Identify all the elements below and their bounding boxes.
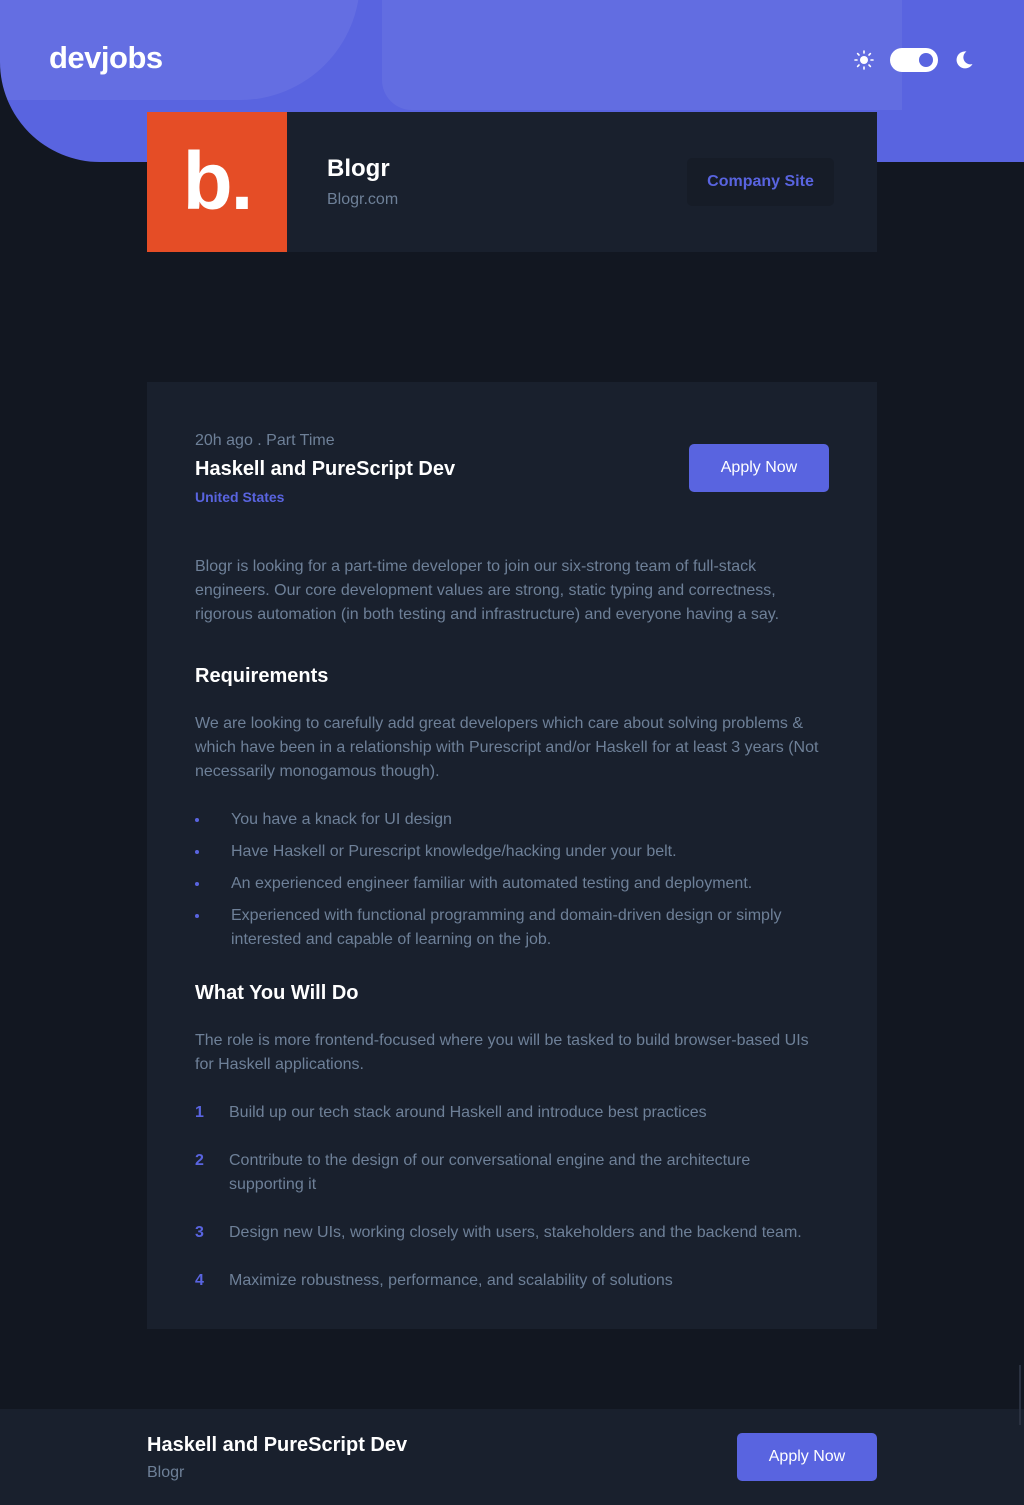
bullet-icon [195, 818, 199, 822]
list-item: Experienced with functional programming … [195, 904, 825, 952]
list-item-text: Have Haskell or Purescript knowledge/hac… [231, 843, 677, 860]
list-item: Have Haskell or Purescript knowledge/hac… [195, 840, 825, 864]
list-number: 3 [195, 1224, 204, 1241]
role-text: The role is more frontend-focused where … [195, 1032, 809, 1073]
theme-switch[interactable] [890, 48, 938, 72]
theme-toggle[interactable] [853, 48, 975, 72]
list-item-text: An experienced engineer familiar with au… [231, 875, 753, 892]
list-item: 3 Design new UIs, working closely with us… [195, 1221, 825, 1245]
footer-job-title: Haskell and PureScript Dev [147, 1434, 408, 1456]
bullet-icon [195, 850, 199, 854]
bullet-icon [195, 882, 199, 886]
list-item-text: Experienced with functional programming … [231, 907, 782, 948]
footer-bar: Haskell and PureScript Dev Blogr Apply N… [0, 1409, 1024, 1505]
list-item: You have a knack for UI design [195, 808, 825, 832]
list-number: 1 [195, 1104, 204, 1121]
company-site-button[interactable]: Company Site [687, 158, 834, 206]
list-item: An experienced engineer familiar with au… [195, 872, 825, 896]
sun-icon [853, 49, 875, 71]
job-details-card: 20h ago . Part Time Haskell and PureScri… [147, 382, 877, 1329]
list-item-text: Contribute to the design of our conversa… [229, 1152, 751, 1193]
footer-apply-now-button[interactable]: Apply Now [737, 1433, 877, 1481]
list-item-text: Maximize robustness, performance, and sc… [229, 1272, 673, 1289]
requirements-text: We are looking to carefully add great de… [195, 715, 819, 780]
list-item: 1 Build up our tech stack around Haskell … [195, 1101, 825, 1125]
list-item: 4 Maximize robustness, performance, and s… [195, 1269, 825, 1293]
company-logo: b. [147, 112, 287, 252]
job-description: Blogr is looking for a part-time develop… [195, 558, 780, 623]
requirements-list: You have a knack for UI design Have Hask… [195, 808, 829, 952]
theme-switch-knob [919, 53, 933, 67]
footer-company-name: Blogr [147, 1464, 185, 1481]
list-item-text: Design new UIs, working closely with use… [229, 1224, 802, 1241]
apply-now-button[interactable]: Apply Now [689, 444, 829, 492]
role-heading: What You Will Do [195, 982, 359, 1004]
list-number: 4 [195, 1272, 204, 1289]
company-card: b. Blogr Blogr.com Company Site [147, 112, 877, 252]
header-decoration [382, 0, 902, 110]
list-item: 2 Contribute to the design of our convers… [195, 1149, 825, 1197]
role-list: 1 Build up our tech stack around Haskell … [195, 1101, 829, 1293]
list-number: 2 [195, 1152, 204, 1169]
list-item-text: Build up our tech stack around Haskell a… [229, 1104, 707, 1121]
list-item-text: You have a knack for UI design [231, 811, 452, 828]
scrollbar[interactable] [1019, 1365, 1021, 1425]
moon-icon [953, 49, 975, 71]
requirements-heading: Requirements [195, 665, 329, 687]
devjobs-logo[interactable]: devjobs [49, 40, 163, 76]
bullet-icon [195, 914, 199, 918]
